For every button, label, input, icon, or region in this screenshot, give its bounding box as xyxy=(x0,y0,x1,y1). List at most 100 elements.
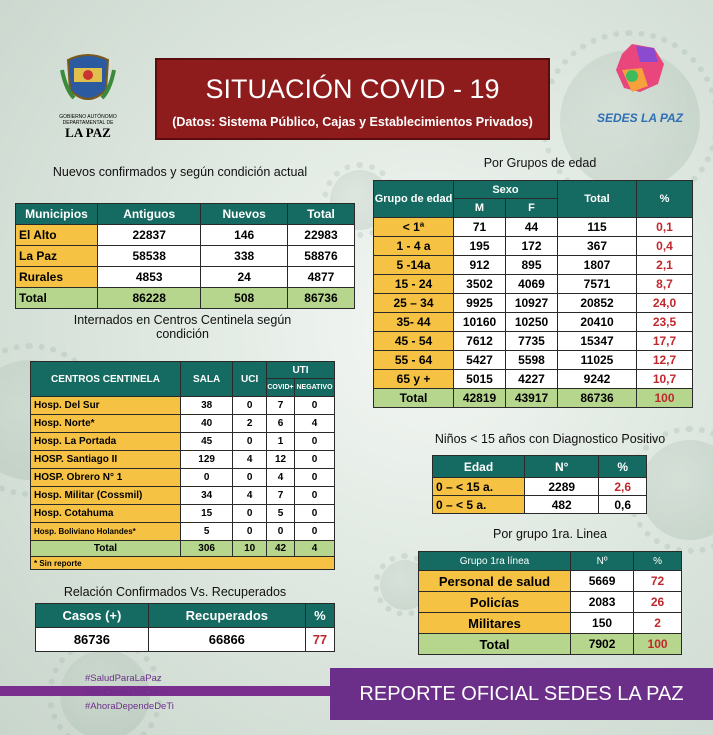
cell: Hosp. Del Sur xyxy=(30,396,181,415)
cell: Rurales xyxy=(15,266,98,288)
page-subtitle: (Datos: Sistema Público, Cajas y Estable… xyxy=(172,115,533,129)
cell: Total xyxy=(418,633,571,655)
col-header: CENTROS CENTINELA xyxy=(30,361,181,397)
cell: 0 xyxy=(294,522,335,541)
table-header-row: Municipios Antiguos Nuevos Total xyxy=(15,203,356,225)
cell: 0,6 xyxy=(598,495,647,514)
cell: 77 xyxy=(304,627,336,652)
cell: 11025 xyxy=(557,350,637,370)
cell: 0 xyxy=(232,396,267,415)
col-header: Edad xyxy=(432,455,525,478)
col-header: SALA xyxy=(179,361,234,397)
cell: 58538 xyxy=(96,245,202,267)
cell: 12 xyxy=(266,450,295,469)
col-header: NEGATIVO xyxy=(294,378,335,397)
cell: 100 xyxy=(633,633,682,655)
relacion-title: Relación Confirmados Vs. Recuperados xyxy=(63,585,287,599)
table-total-row: Total 306 10 42 4 xyxy=(30,540,335,557)
cell: 2289 xyxy=(523,477,600,496)
table-total-row: Total 7902 100 xyxy=(418,633,682,655)
cell: Militares xyxy=(418,612,571,634)
cell: 9925 xyxy=(453,293,506,313)
cell: HOSP. Obrero N° 1 xyxy=(30,468,181,487)
virus-decoration xyxy=(626,426,713,554)
cell: 15 xyxy=(179,504,234,523)
edad-title: Por Grupos de edad xyxy=(483,156,597,170)
cell: 20410 xyxy=(557,312,637,332)
sedes-map-icon xyxy=(616,44,664,92)
col-header: N° xyxy=(523,455,600,478)
cell: 24 xyxy=(200,266,288,288)
sedes-logo: SEDES LA PAZ xyxy=(595,40,685,140)
col-header: Grupo 1ra línea xyxy=(418,551,571,571)
table-row: Policías 2083 26 xyxy=(418,591,682,613)
hashtag: #SaludParaLaPaz xyxy=(85,673,162,684)
centinela-title: Internados en Centros Centinela según co… xyxy=(73,313,292,341)
cell: 22837 xyxy=(96,224,202,246)
col-header: UCI xyxy=(232,361,267,397)
col-header: Grupo de edad xyxy=(373,180,454,218)
col-header: Total xyxy=(557,180,637,218)
cell: 58876 xyxy=(286,245,356,267)
cell: 10927 xyxy=(505,293,558,313)
col-header: Sexo xyxy=(453,180,558,199)
col-header: F xyxy=(505,198,558,218)
cell: 4 xyxy=(232,450,267,469)
municipios-table: Municipios Antiguos Nuevos Total El Alto… xyxy=(15,203,356,309)
cell: 5669 xyxy=(569,570,635,592)
col-header: Casos (+) xyxy=(35,603,149,628)
cell: Hosp. Militar (Cossmil) xyxy=(30,486,181,505)
table-row: 5 -14a 912 895 1807 2,1 xyxy=(373,255,693,275)
cell: 4877 xyxy=(286,266,356,288)
cell: 100 xyxy=(636,388,693,408)
cell: 20852 xyxy=(557,293,637,313)
cell: 10250 xyxy=(505,312,558,332)
cell: 195 xyxy=(453,236,506,256)
cell: Hosp. Norte* xyxy=(30,414,181,433)
cell: 150 xyxy=(569,612,635,634)
cell: 4 xyxy=(266,468,295,487)
cell: Total xyxy=(373,388,454,408)
col-header: Antiguos xyxy=(96,203,202,225)
cell: 10160 xyxy=(453,312,506,332)
cell: El Alto xyxy=(15,224,98,246)
hashtags: #SaludParaLaPaz #MeCuidasTeCuido #AhoraD… xyxy=(85,672,174,714)
cell: 86736 xyxy=(286,287,356,309)
relacion-table: Casos (+) Recuperados % 86736 66866 77 xyxy=(35,603,336,652)
cell: 4069 xyxy=(505,274,558,294)
cell: 2,6 xyxy=(598,477,647,496)
table-row: El Alto 22837 146 22983 xyxy=(15,224,356,246)
table-row: 1 - 4 a 195 172 367 0,4 xyxy=(373,236,693,256)
cell: 26 xyxy=(633,591,682,613)
cell: 0 xyxy=(179,468,234,487)
col-header: % xyxy=(633,551,682,571)
table-row: 55 - 64 5427 5598 11025 12,7 xyxy=(373,350,693,370)
table-row: Personal de salud 5669 72 xyxy=(418,570,682,592)
cell: 44 xyxy=(505,217,558,237)
centinela-table: CENTROS CENTINELA SALA UCI UTI COVID+ NE… xyxy=(30,361,335,570)
cell: Hosp. La Portada xyxy=(30,432,181,451)
cell: 15 - 24 xyxy=(373,274,454,294)
cell: 5015 xyxy=(453,369,506,389)
cell: 0 – < 15 a. xyxy=(432,477,525,496)
cell: 0 xyxy=(232,432,267,451)
cell: 7735 xyxy=(505,331,558,351)
cell: 9242 xyxy=(557,369,637,389)
title-box: SITUACIÓN COVID - 19 (Datos: Sistema Púb… xyxy=(155,58,550,140)
table-header-row: CENTROS CENTINELA SALA UCI UTI xyxy=(30,361,335,397)
cell: 338 xyxy=(200,245,288,267)
ninos-title: Niños < 15 años con Diagnostico Positivo xyxy=(434,432,666,446)
cell: 42 xyxy=(266,540,295,557)
col-header: Nº xyxy=(569,551,635,571)
cell: 7571 xyxy=(557,274,637,294)
table-row: Rurales 4853 24 4877 xyxy=(15,266,356,288)
page-title: SITUACIÓN COVID - 19 xyxy=(205,74,500,104)
cell: 7902 xyxy=(569,633,635,655)
table-row: HOSP. Santiago II 129 4 12 0 xyxy=(30,450,335,469)
cell: 0 xyxy=(294,504,335,523)
cell: 895 xyxy=(505,255,558,275)
table-row: Hosp. Norte* 40 2 6 4 xyxy=(30,414,335,433)
cell: 86736 xyxy=(35,627,149,652)
table-row: HOSP. Obrero N° 10040 xyxy=(30,468,335,487)
cell: 0 xyxy=(232,468,267,487)
